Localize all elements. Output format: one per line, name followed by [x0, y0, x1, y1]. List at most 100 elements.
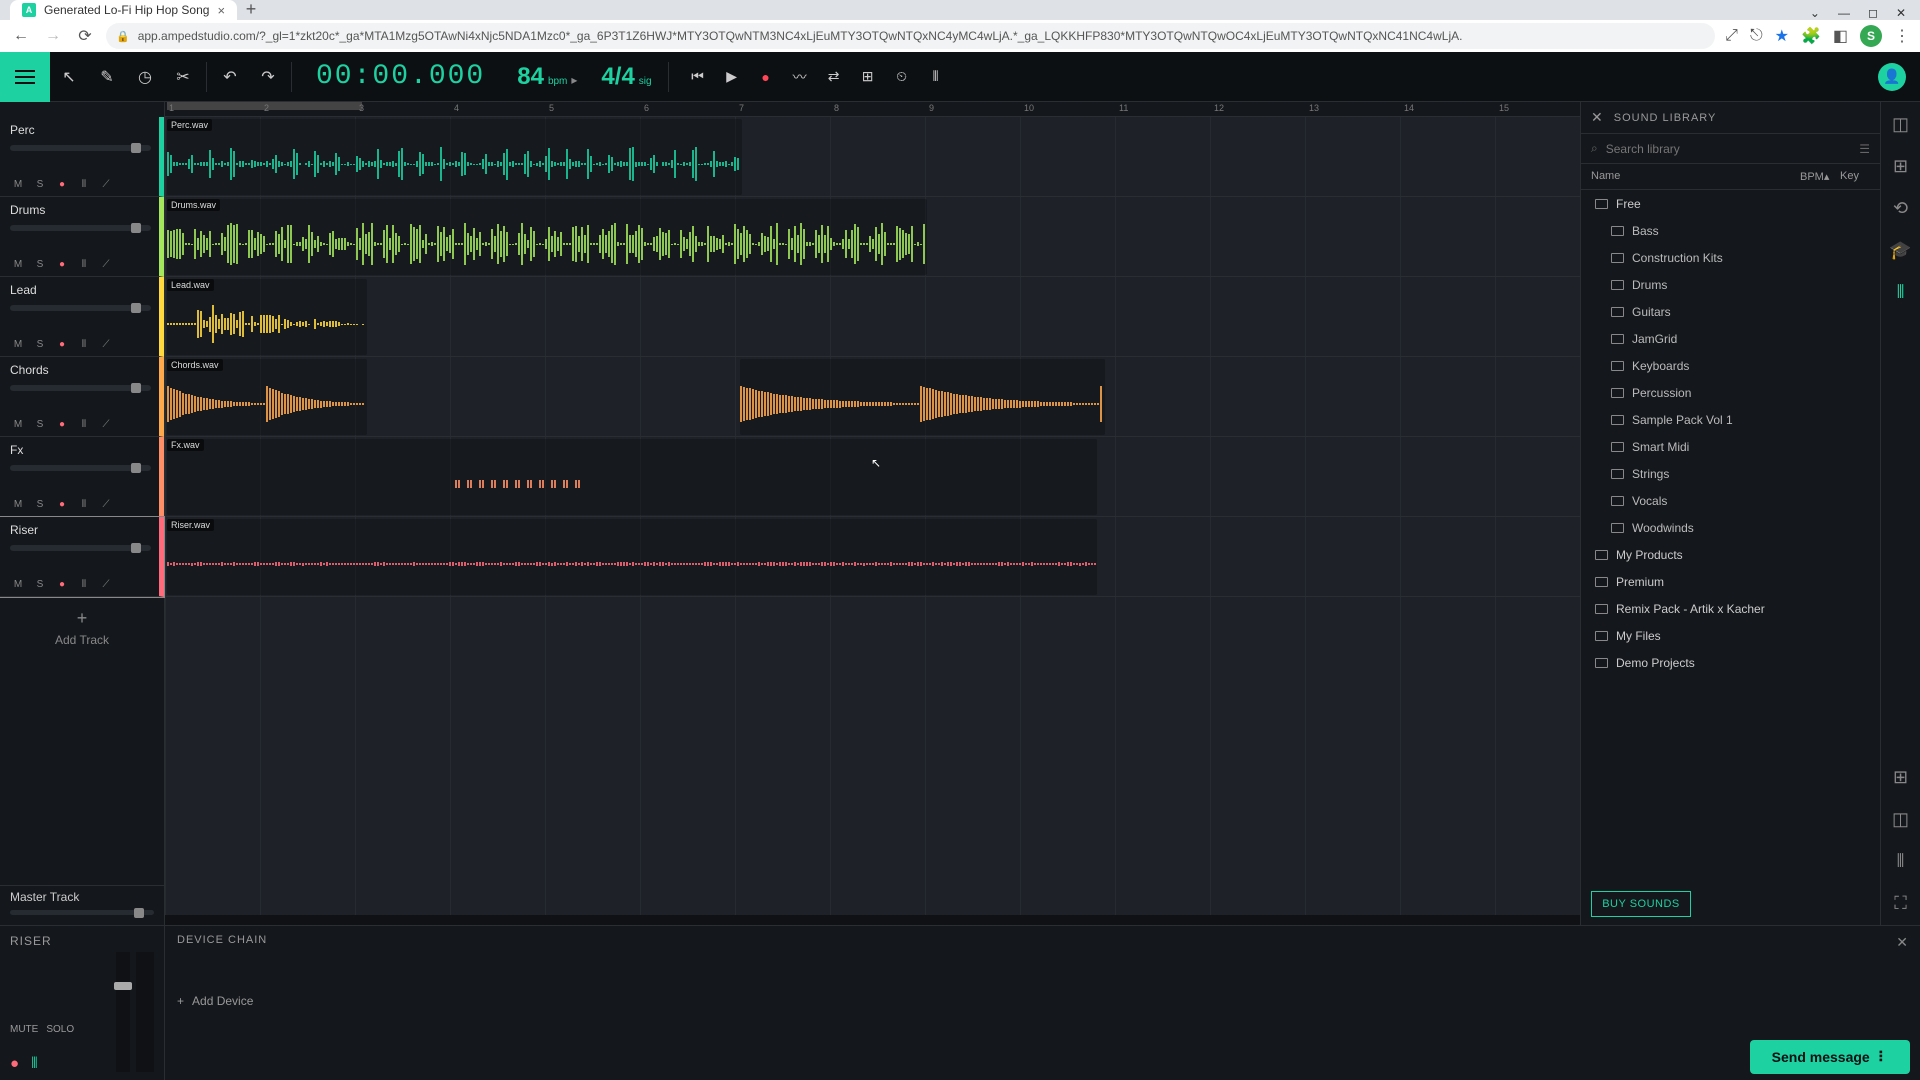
track-lane[interactable]: Lead.wav [165, 277, 1580, 357]
fullscreen-icon[interactable]: ⛶ [1889, 891, 1913, 915]
mute-button[interactable]: M [10, 336, 26, 352]
mute-button[interactable]: M [10, 576, 26, 592]
automation-icon[interactable]: ⟋ [98, 176, 114, 192]
grid-tool-icon[interactable]: ⊞ [1889, 154, 1913, 178]
mixer-icon[interactable]: ⦀ [76, 576, 92, 592]
new-tab-button[interactable]: + [237, 0, 265, 20]
buy-sounds-button[interactable]: BUY SOUNDS [1591, 891, 1691, 917]
track-header[interactable]: PercMS●⦀⟋ [0, 117, 164, 197]
track-lane[interactable]: Perc.wav [165, 117, 1580, 197]
undo-icon[interactable]: ↶ [211, 52, 249, 102]
mixer-icon[interactable]: ⦀ [76, 336, 92, 352]
arm-record-icon[interactable]: ● [54, 256, 70, 272]
track-lane[interactable]: Riser.wav [165, 517, 1580, 597]
waveform-tool-icon[interactable]: ⫴ [1889, 280, 1913, 304]
audio-clip[interactable]: Fx.wav [167, 439, 1097, 515]
solo-button[interactable]: S [32, 336, 48, 352]
pencil-tool-icon[interactable]: ✎ [88, 52, 126, 102]
send-message-button[interactable]: Send message [1750, 1040, 1910, 1074]
col-key[interactable]: Key [1840, 170, 1870, 183]
add-track-button[interactable]: + Add Track [0, 597, 164, 657]
select-tool-icon[interactable]: ↖ [50, 52, 88, 102]
timecode-display[interactable]: 00:00.000 [296, 61, 505, 92]
bpm-stepper-icon[interactable]: ▸ [571, 73, 577, 87]
mixer-icon[interactable]: ⦀ [76, 496, 92, 512]
solo-button[interactable]: S [32, 176, 48, 192]
close-tab-icon[interactable]: × [217, 3, 225, 18]
library-folder[interactable]: Bass [1581, 217, 1880, 244]
solo-button[interactable]: S [32, 496, 48, 512]
track-header[interactable]: LeadMS●⦀⟋ [0, 277, 164, 357]
automation-icon[interactable]: ⟋ [98, 416, 114, 432]
redo-icon[interactable]: ↷ [249, 52, 287, 102]
library-folder[interactable]: Smart Midi [1581, 433, 1880, 460]
audio-clip[interactable]: Riser.wav [167, 519, 1097, 595]
reload-icon[interactable]: ⟳ [74, 26, 96, 46]
maximize-icon[interactable]: ◻ [1868, 6, 1878, 20]
track-lane[interactable]: Drums.wav [165, 197, 1580, 277]
install-pwa-icon[interactable]: ⤢ [1725, 27, 1738, 45]
volume-slider[interactable] [10, 305, 151, 311]
extensions-icon[interactable]: 🧩 [1801, 26, 1821, 46]
automation-icon[interactable]: ⟋ [98, 496, 114, 512]
arm-record-icon[interactable]: ● [54, 496, 70, 512]
volume-slider[interactable] [10, 545, 151, 551]
side-panel-icon[interactable]: ◧ [1833, 26, 1848, 46]
piano-roll-icon[interactable]: ⦀ [1889, 849, 1913, 873]
volume-slider[interactable] [10, 225, 151, 231]
mixer-icon[interactable]: ⫴ [921, 62, 951, 92]
bpm-display[interactable]: 84 bpm ▸ [505, 63, 589, 91]
filter-icon[interactable]: ☰ [1859, 142, 1870, 156]
library-folder[interactable]: Drums [1581, 271, 1880, 298]
library-toggle-icon[interactable]: ◫ [1889, 112, 1913, 136]
mute-button[interactable]: M [10, 176, 26, 192]
arm-record-icon[interactable]: ● [54, 336, 70, 352]
library-folder[interactable]: Demo Projects [1581, 649, 1880, 676]
channel-mixer-icon[interactable]: ⦀ [31, 1055, 38, 1072]
mute-button[interactable]: M [10, 256, 26, 272]
fader[interactable] [116, 952, 130, 1072]
library-folder[interactable]: Percussion [1581, 379, 1880, 406]
audio-clip[interactable]: Chords.wav [167, 359, 367, 435]
mixer-icon[interactable]: ⦀ [76, 176, 92, 192]
profile-avatar[interactable]: S [1860, 25, 1882, 47]
mute-button[interactable]: M [10, 416, 26, 432]
ai-tool-icon[interactable]: ⟲ [1889, 196, 1913, 220]
col-name[interactable]: Name [1591, 170, 1800, 183]
track-lane[interactable]: Fx.wav [165, 437, 1580, 517]
audio-clip[interactable]: Perc.wav [167, 119, 742, 195]
library-folder[interactable]: Woodwinds [1581, 514, 1880, 541]
close-library-icon[interactable]: ✕ [1591, 109, 1604, 126]
col-bpm[interactable]: BPM▴ [1800, 170, 1840, 183]
bar-ruler[interactable]: 123456789101112131415 [165, 102, 1580, 117]
library-folder[interactable]: Sample Pack Vol 1 [1581, 406, 1880, 433]
library-folder[interactable]: Keyboards [1581, 352, 1880, 379]
automation-icon[interactable]: ⟋ [98, 576, 114, 592]
master-track-header[interactable]: Master Track [0, 885, 164, 925]
solo-button[interactable]: S [32, 576, 48, 592]
record-icon[interactable]: ● [751, 62, 781, 92]
automation-icon[interactable]: ⟋ [98, 336, 114, 352]
library-folder[interactable]: JamGrid [1581, 325, 1880, 352]
user-menu[interactable]: 👤 [1878, 63, 1920, 91]
loop-toggle-icon[interactable]: ⇄ [819, 62, 849, 92]
clip-area[interactable]: Perc.wavDrums.wavLead.wavChords.wavFx.wa… [165, 117, 1580, 915]
automation-icon[interactable]: ⊞ [1889, 765, 1913, 789]
volume-slider[interactable] [10, 385, 151, 391]
rewind-icon[interactable]: ⏮ [683, 62, 713, 92]
solo-button[interactable]: SOLO [46, 1024, 74, 1035]
forward-icon[interactable]: → [42, 27, 64, 45]
volume-slider[interactable] [10, 145, 151, 151]
minimize-icon[interactable]: ― [1838, 6, 1850, 20]
search-input[interactable] [1606, 142, 1852, 156]
track-header[interactable]: ChordsMS●⦀⟋ [0, 357, 164, 437]
arm-record-icon[interactable]: ● [10, 1055, 19, 1072]
mixer-icon[interactable]: ⦀ [76, 256, 92, 272]
arm-record-icon[interactable]: ● [54, 576, 70, 592]
url-input[interactable]: 🔒 app.ampedstudio.com/?_gl=1*zkt20c*_ga*… [106, 23, 1715, 49]
library-folder[interactable]: Premium [1581, 568, 1880, 595]
library-folder[interactable]: Vocals [1581, 487, 1880, 514]
close-panel-icon[interactable]: ✕ [1896, 934, 1908, 951]
audio-clip[interactable]: Lead.wav [167, 279, 367, 355]
add-device-button[interactable]: + Add Device [177, 994, 1908, 1008]
